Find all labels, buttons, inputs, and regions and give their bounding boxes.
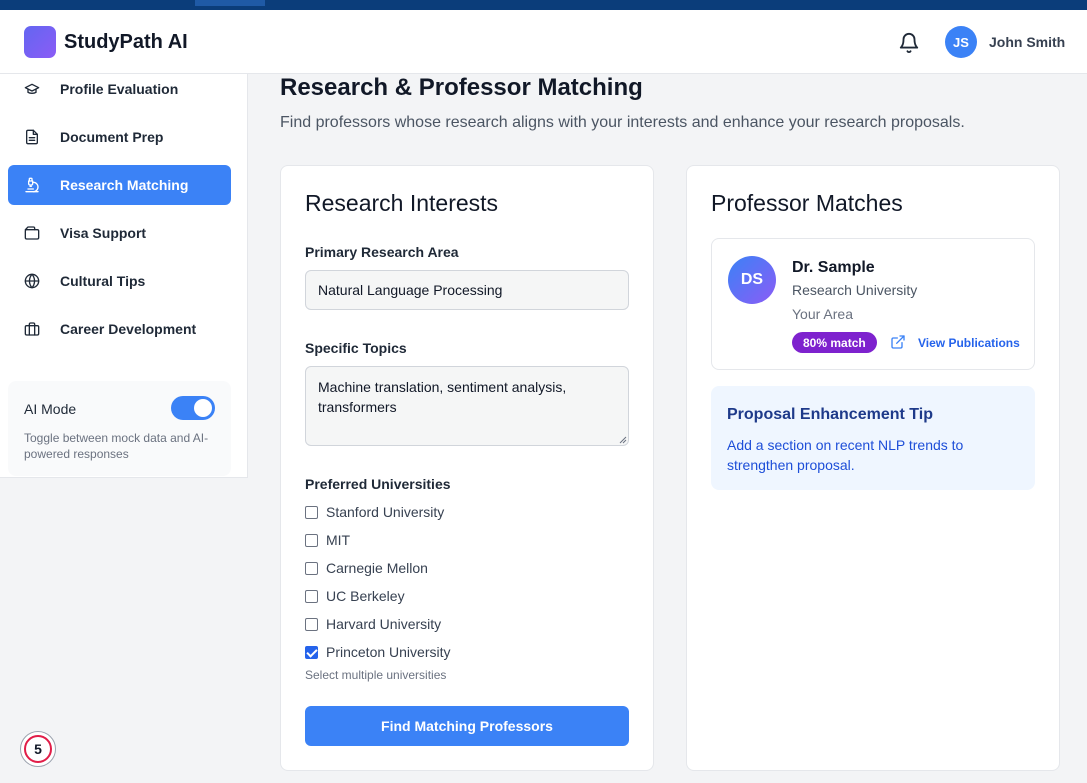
specific-topics-value: Machine translation, sentiment analysis,… bbox=[318, 379, 567, 415]
professor-avatar: DS bbox=[728, 256, 776, 304]
sidebar-item-document-prep[interactable]: Document Prep bbox=[8, 117, 231, 157]
university-name: Princeton University bbox=[326, 644, 451, 660]
toggle-knob bbox=[194, 399, 212, 417]
user-avatar[interactable]: JS bbox=[945, 26, 977, 58]
external-link-icon[interactable] bbox=[890, 334, 906, 350]
professor-matches-heading: Professor Matches bbox=[711, 190, 903, 216]
ai-mode-panel: AI Mode Toggle between mock data and AI-… bbox=[8, 381, 231, 476]
ai-mode-description: Toggle between mock data and AI-powered … bbox=[24, 431, 209, 461]
briefcase-icon bbox=[24, 321, 40, 337]
university-option-harvard[interactable]: Harvard University bbox=[305, 616, 441, 632]
primary-area-input[interactable] bbox=[305, 270, 629, 310]
sidebar-item-label: Research Matching bbox=[60, 177, 189, 193]
university-name: Carnegie Mellon bbox=[326, 560, 428, 576]
browser-top-strip bbox=[0, 0, 1087, 10]
document-icon bbox=[24, 129, 40, 145]
sidebar-item-label: Document Prep bbox=[60, 129, 164, 145]
ai-mode-toggle[interactable] bbox=[171, 396, 215, 420]
active-tab-marker bbox=[195, 0, 265, 6]
university-option-uc-berkeley[interactable]: UC Berkeley bbox=[305, 588, 405, 604]
proposal-tip-box: Proposal Enhancement Tip Add a section o… bbox=[711, 386, 1035, 490]
specific-topics-label: Specific Topics bbox=[305, 340, 407, 356]
bell-icon[interactable] bbox=[898, 32, 920, 54]
sidebar: Profile Evaluation Document Prep Researc… bbox=[0, 74, 248, 478]
sidebar-item-label: Cultural Tips bbox=[60, 273, 146, 289]
user-name[interactable]: John Smith bbox=[989, 34, 1065, 50]
app-logo[interactable] bbox=[24, 26, 56, 58]
app-header: StudyPath AI JS John Smith bbox=[0, 10, 1087, 74]
floating-notification-badge[interactable]: 5 bbox=[20, 731, 56, 767]
university-name: Harvard University bbox=[326, 616, 442, 632]
professor-area: Your Area bbox=[792, 306, 853, 322]
badge-count: 5 bbox=[24, 735, 52, 763]
checkbox[interactable] bbox=[305, 589, 318, 603]
professor-matches-card: Professor Matches DS Dr. Sample Research… bbox=[686, 165, 1060, 771]
resize-grip-icon[interactable] bbox=[617, 434, 627, 444]
sidebar-item-label: Career Development bbox=[60, 321, 197, 337]
professor-university: Research University bbox=[792, 282, 918, 298]
sidebar-item-profile-evaluation[interactable]: Profile Evaluation bbox=[8, 69, 231, 109]
sidebar-item-research-matching[interactable]: Research Matching bbox=[8, 165, 231, 205]
checkbox[interactable] bbox=[305, 505, 318, 519]
checkbox[interactable] bbox=[305, 561, 318, 575]
brand-name[interactable]: StudyPath AI bbox=[64, 31, 188, 54]
wallet-icon bbox=[24, 225, 40, 241]
sidebar-item-career-development[interactable]: Career Development bbox=[8, 309, 231, 349]
ai-mode-label: AI Mode bbox=[24, 401, 77, 417]
professor-match-card: DS Dr. Sample Research University Your A… bbox=[711, 238, 1035, 370]
research-interests-heading: Research Interests bbox=[305, 190, 499, 216]
find-matching-professors-button[interactable]: Find Matching Professors bbox=[305, 706, 629, 746]
checkbox[interactable] bbox=[305, 617, 318, 631]
university-option-mit[interactable]: MIT bbox=[305, 532, 350, 548]
university-option-stanford[interactable]: Stanford University bbox=[305, 504, 444, 520]
page-title: Research & Professor Matching bbox=[280, 74, 643, 101]
preferred-universities-label: Preferred Universities bbox=[305, 476, 451, 492]
graduation-cap-icon bbox=[24, 81, 40, 97]
sidebar-item-label: Profile Evaluation bbox=[60, 81, 179, 97]
university-option-carnegie-mellon[interactable]: Carnegie Mellon bbox=[305, 560, 428, 576]
primary-area-label: Primary Research Area bbox=[305, 244, 459, 260]
checkbox-checked[interactable] bbox=[305, 645, 318, 659]
university-name: MIT bbox=[326, 532, 351, 548]
research-interests-card: Research Interests Primary Research Area… bbox=[280, 165, 654, 771]
globe-icon bbox=[24, 273, 40, 289]
match-badge: 80% match bbox=[792, 332, 877, 353]
university-name: UC Berkeley bbox=[326, 588, 405, 604]
specific-topics-textarea[interactable]: Machine translation, sentiment analysis,… bbox=[305, 366, 629, 446]
tip-title: Proposal Enhancement Tip bbox=[727, 406, 933, 423]
sidebar-item-cultural-tips[interactable]: Cultural Tips bbox=[8, 261, 231, 301]
university-name: Stanford University bbox=[326, 504, 445, 520]
sidebar-item-label: Visa Support bbox=[60, 225, 147, 241]
professor-name: Dr. Sample bbox=[792, 259, 875, 276]
universities-hint: Select multiple universities bbox=[305, 668, 447, 682]
page-subtitle: Find professors whose research aligns wi… bbox=[280, 114, 965, 131]
sidebar-item-visa-support[interactable]: Visa Support bbox=[8, 213, 231, 253]
microscope-icon bbox=[24, 177, 40, 193]
university-option-princeton[interactable]: Princeton University bbox=[305, 644, 451, 660]
view-publications-link[interactable]: View Publications bbox=[918, 336, 1020, 350]
checkbox[interactable] bbox=[305, 533, 318, 547]
tip-text: Add a section on recent NLP trends to st… bbox=[727, 437, 964, 473]
